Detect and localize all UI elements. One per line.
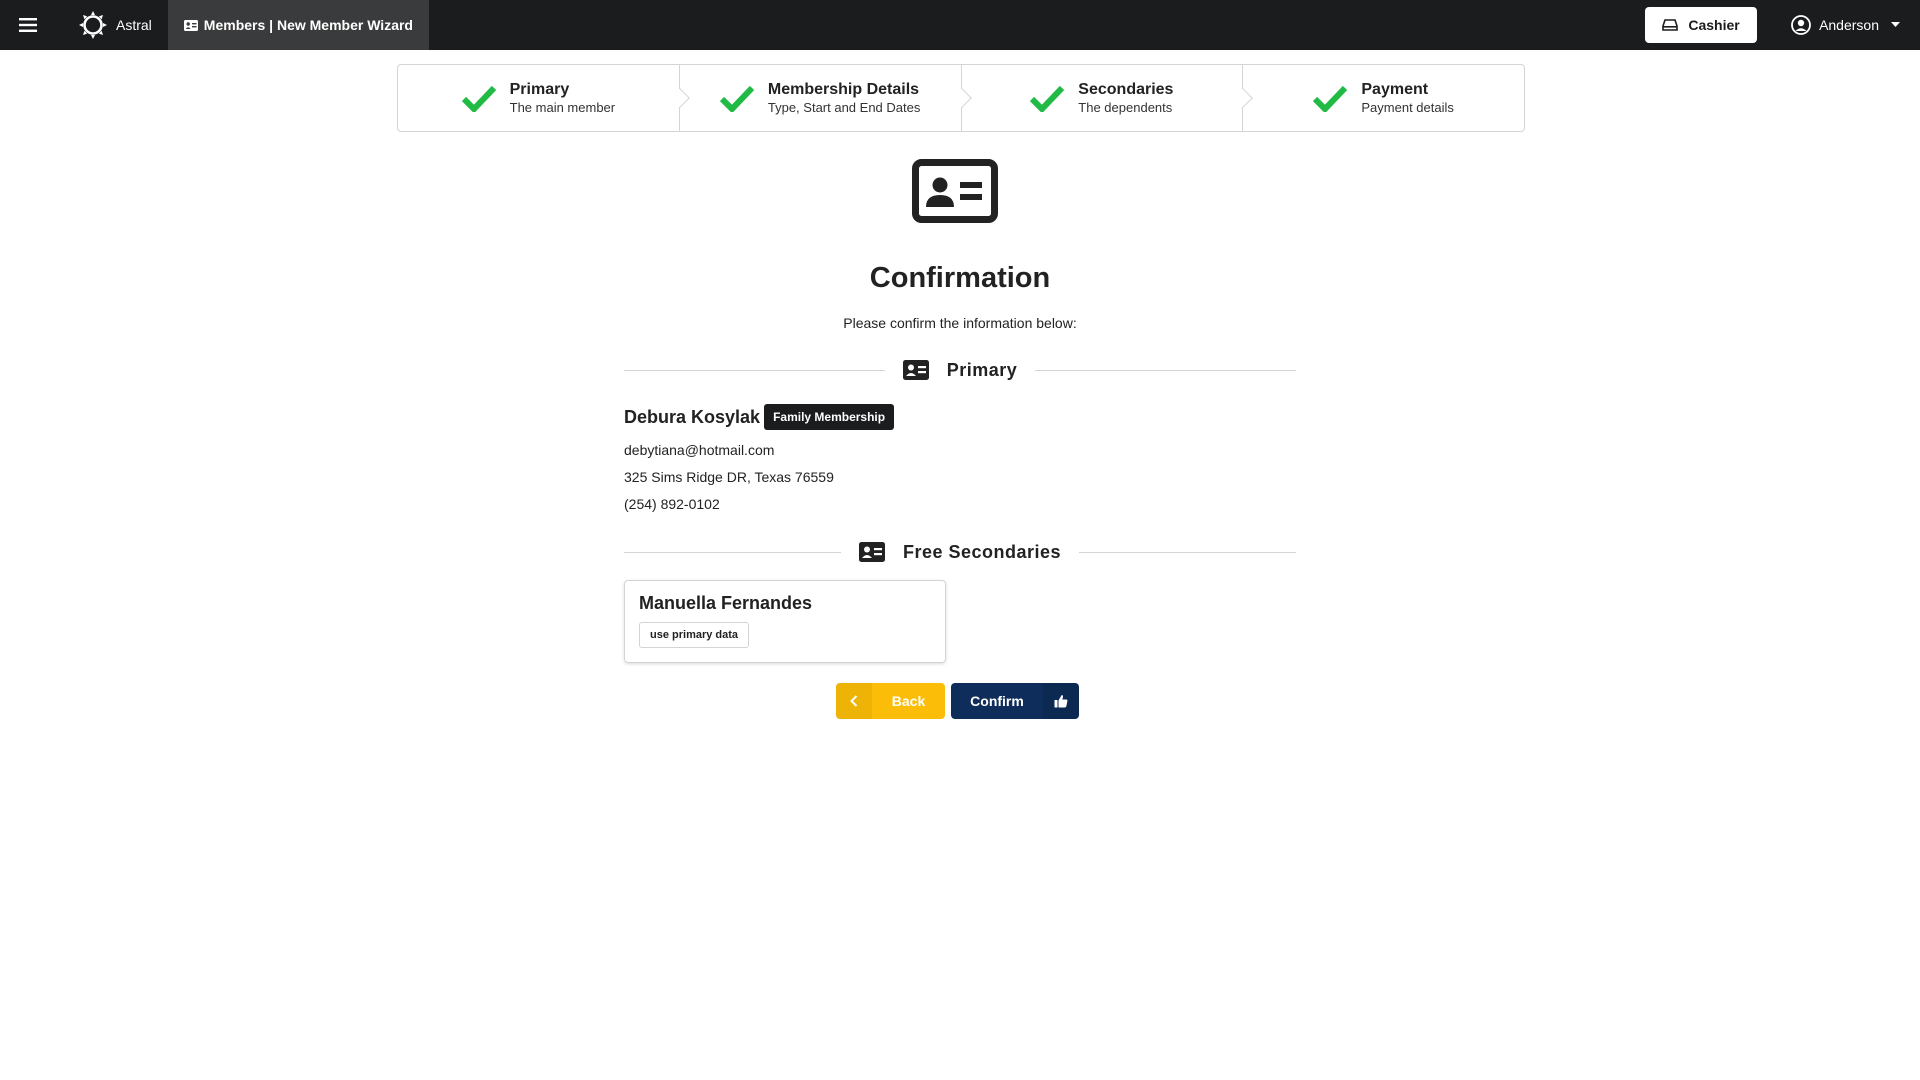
- step-title: Secondaries: [1078, 80, 1174, 98]
- wizard-actions: Back Confirm: [836, 683, 1079, 719]
- thumbs-up-icon: [1054, 695, 1068, 708]
- secondaries-section-divider: Free Secondaries: [624, 540, 1297, 564]
- step-membership-details[interactable]: Membership Details Type, Start and End D…: [678, 65, 972, 131]
- section-title: Free Secondaries: [902, 541, 1062, 562]
- page-title: Confirmation: [869, 262, 1051, 294]
- cashier-button[interactable]: Cashier: [1645, 7, 1758, 43]
- step-secondaries[interactable]: Secondaries The dependents: [960, 65, 1254, 131]
- primary-section-divider: Primary: [624, 358, 1297, 382]
- id-card-icon: [183, 19, 198, 31]
- membership-badge: Family Membership: [764, 404, 895, 430]
- primary-phone: (254) 892-0102: [624, 496, 720, 512]
- step-title: Primary: [509, 80, 570, 98]
- step-primary[interactable]: Primary The main member: [398, 65, 690, 131]
- breadcrumb-text: Members | New Member Wizard: [203, 17, 413, 33]
- top-navbar: Astral Members | New Member Wizard Cashi…: [0, 0, 1920, 50]
- user-menu[interactable]: Anderson: [1791, 0, 1900, 50]
- use-primary-data-tag[interactable]: use primary data: [639, 622, 750, 648]
- hamburger-icon: [19, 18, 37, 32]
- menu-button[interactable]: [0, 0, 56, 50]
- back-button[interactable]: Back: [836, 683, 945, 719]
- section-title: Primary: [946, 359, 1018, 380]
- step-title: Payment: [1361, 80, 1429, 98]
- primary-address: 325 Sims Ridge DR, Texas 76559: [624, 469, 834, 485]
- primary-member-name: Debura Kosylak: [624, 406, 761, 427]
- primary-email: debytiana@hotmail.com: [624, 442, 775, 458]
- sun-gear-icon: [79, 11, 107, 39]
- brand-link[interactable]: Astral: [56, 0, 168, 50]
- user-circle-icon: [1791, 15, 1811, 35]
- step-description: Payment details: [1361, 99, 1454, 115]
- checkmark-icon: [1313, 85, 1348, 112]
- secondary-name: Manuella Fernandes: [639, 593, 813, 613]
- id-card-icon: [858, 542, 885, 562]
- step-title: Membership Details: [767, 80, 920, 98]
- page-subtitle: Please confirm the information below:: [843, 315, 1077, 331]
- primary-member-header: Debura Kosylak Family Membership: [624, 404, 895, 430]
- confirm-button[interactable]: Confirm: [951, 683, 1079, 719]
- checkmark-icon: [1030, 85, 1065, 112]
- id-card-icon: [912, 159, 998, 223]
- caret-down-icon: [1891, 22, 1900, 27]
- user-name: Anderson: [1819, 17, 1879, 33]
- secondary-card: Manuella Fernandes use primary data: [624, 580, 946, 663]
- id-card-icon: [902, 360, 929, 380]
- cash-register-icon: [1662, 19, 1679, 31]
- back-label: Back: [891, 693, 926, 709]
- step-description: The dependents: [1078, 99, 1173, 115]
- chevron-left-icon: [850, 695, 858, 707]
- step-payment[interactable]: Payment Payment details: [1242, 65, 1524, 131]
- step-description: The main member: [509, 99, 616, 115]
- confirm-label: Confirm: [970, 693, 1024, 709]
- wizard-steps: Primary The main member Membership Detai…: [397, 64, 1525, 132]
- checkmark-icon: [719, 85, 754, 112]
- checkmark-icon: [461, 85, 496, 112]
- step-description: Type, Start and End Dates: [767, 99, 921, 115]
- brand-name: Astral: [116, 17, 152, 33]
- cashier-label: Cashier: [1688, 17, 1740, 33]
- breadcrumb[interactable]: Members | New Member Wizard: [167, 0, 429, 50]
